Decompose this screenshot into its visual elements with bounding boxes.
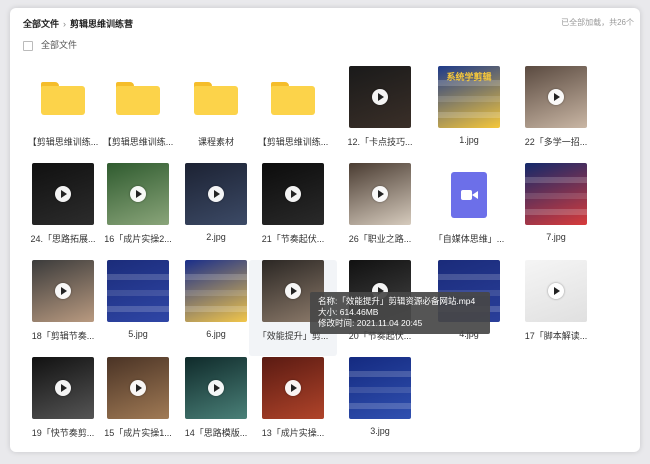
breadcrumb-root[interactable]: 全部文件 (23, 19, 59, 29)
play-icon (285, 283, 301, 299)
play-icon (55, 380, 71, 396)
file-item[interactable]: 22「多学一招... (512, 66, 600, 162)
thumbnail (349, 66, 411, 128)
thumbnail (32, 163, 94, 225)
folder-icon (41, 82, 85, 115)
select-all-checkbox[interactable] (23, 40, 33, 51)
file-item[interactable]: 12.「卡点技巧... (336, 66, 424, 162)
play-icon (285, 186, 301, 202)
load-status: 已全部加载，共26个 (561, 18, 634, 27)
file-item[interactable]: 2.jpg (172, 163, 260, 259)
file-name: 【剪辑思维训练... (102, 137, 174, 147)
tooltip-name: 名称:「效能提升」剪辑资源必备网站.mp4 (318, 296, 476, 306)
folder-icon (116, 82, 160, 115)
file-item[interactable]: 15「成片实操1... (94, 357, 182, 452)
file-item[interactable]: 13「成片实操... (249, 357, 337, 452)
play-icon (372, 89, 388, 105)
file-name: 14「思路模版... (184, 428, 248, 438)
folder-icon (194, 82, 238, 115)
file-item[interactable]: 系统学剪辑 1.jpg (425, 66, 513, 162)
folder-item[interactable]: 【剪辑思维训练... (94, 66, 182, 162)
thumbnail (107, 163, 169, 225)
header-bar: 全部文件 › 剪辑思维训练营 已全部加载，共26个 (10, 8, 640, 36)
thumbnail (107, 260, 169, 322)
file-name: 5.jpg (128, 329, 148, 339)
thumbnail (525, 260, 587, 322)
file-item[interactable]: 5.jpg (94, 260, 182, 356)
file-item[interactable]: 17「脚本解读... (512, 260, 600, 356)
file-name: 3.jpg (370, 426, 390, 436)
thumbnail (185, 260, 247, 322)
thumbnail (349, 163, 411, 225)
thumbnail (32, 260, 94, 322)
file-name: 6.jpg (206, 329, 226, 339)
breadcrumb: 全部文件 › 剪辑思维训练营 (23, 17, 133, 30)
file-item[interactable]: 26「职业之路... (336, 163, 424, 259)
file-name: 7.jpg (546, 232, 566, 242)
file-name: 15「成片实操1... (104, 428, 172, 438)
file-item[interactable]: 16「成片实操2... (94, 163, 182, 259)
play-icon (548, 89, 564, 105)
thumbnail (32, 357, 94, 419)
thumbnail (262, 357, 324, 419)
file-tooltip: 名称:「效能提升」剪辑资源必备网站.mp4 大小: 614.46MB 修改时间:… (310, 292, 490, 334)
file-name: 17「脚本解读... (524, 331, 588, 341)
breadcrumb-current: 剪辑思维训练营 (70, 19, 134, 29)
folder-item[interactable]: 课程素材 (172, 66, 260, 162)
file-item[interactable]: 21「节奏起伏... (249, 163, 337, 259)
play-icon (548, 283, 564, 299)
tooltip-modified: 修改时间: 2021.11.04 20:45 (318, 318, 423, 328)
file-item[interactable]: 3.jpg (336, 357, 424, 452)
file-name: 22「多学一招... (524, 137, 588, 147)
thumbnail (185, 357, 247, 419)
play-icon (130, 186, 146, 202)
play-icon (130, 380, 146, 396)
thumbnail (525, 66, 587, 128)
video-file-icon (451, 172, 487, 218)
thumbnail (107, 357, 169, 419)
thumbnail (185, 163, 247, 225)
file-name: 2.jpg (206, 232, 226, 242)
file-name: 【剪辑思维训练... (257, 137, 329, 147)
thumbnail (525, 163, 587, 225)
file-name: 「自媒体思维」... (433, 234, 505, 244)
folder-icon (271, 82, 315, 115)
select-all-row[interactable]: 全部文件 (23, 38, 77, 51)
file-browser-window: 全部文件 › 剪辑思维训练营 已全部加载，共26个 全部文件 【剪辑思维训练... 【… (10, 8, 640, 452)
thumbnail (349, 357, 411, 419)
file-item[interactable]: 7.jpg (512, 163, 600, 259)
file-item[interactable]: 6.jpg (172, 260, 260, 356)
chevron-right-icon: › (63, 18, 67, 29)
thumbnail: 系统学剪辑 (438, 66, 500, 128)
file-name: 1.jpg (459, 135, 479, 145)
file-name: 21「节奏起伏... (261, 234, 325, 244)
file-name: 13「成片实操... (261, 428, 325, 438)
tooltip-size: 大小: 614.46MB (318, 307, 379, 317)
thumbnail-overlay-text: 系统学剪辑 (446, 72, 492, 82)
file-item[interactable]: 14「思路模版... (172, 357, 260, 452)
folder-item[interactable]: 【剪辑思维训练... (249, 66, 337, 162)
thumbnail (262, 163, 324, 225)
file-name: 16「成片实操2... (104, 234, 172, 244)
play-icon (372, 186, 388, 202)
play-icon (55, 186, 71, 202)
file-name: 课程素材 (197, 137, 234, 147)
play-icon (55, 283, 71, 299)
play-icon (285, 380, 301, 396)
select-all-label: 全部文件 (41, 40, 78, 50)
play-icon (208, 380, 224, 396)
play-icon (208, 186, 224, 202)
file-name: 26「职业之路... (348, 234, 412, 244)
file-name: 12.「卡点技巧... (347, 137, 413, 147)
file-item[interactable]: 「自媒体思维」... (425, 163, 513, 259)
